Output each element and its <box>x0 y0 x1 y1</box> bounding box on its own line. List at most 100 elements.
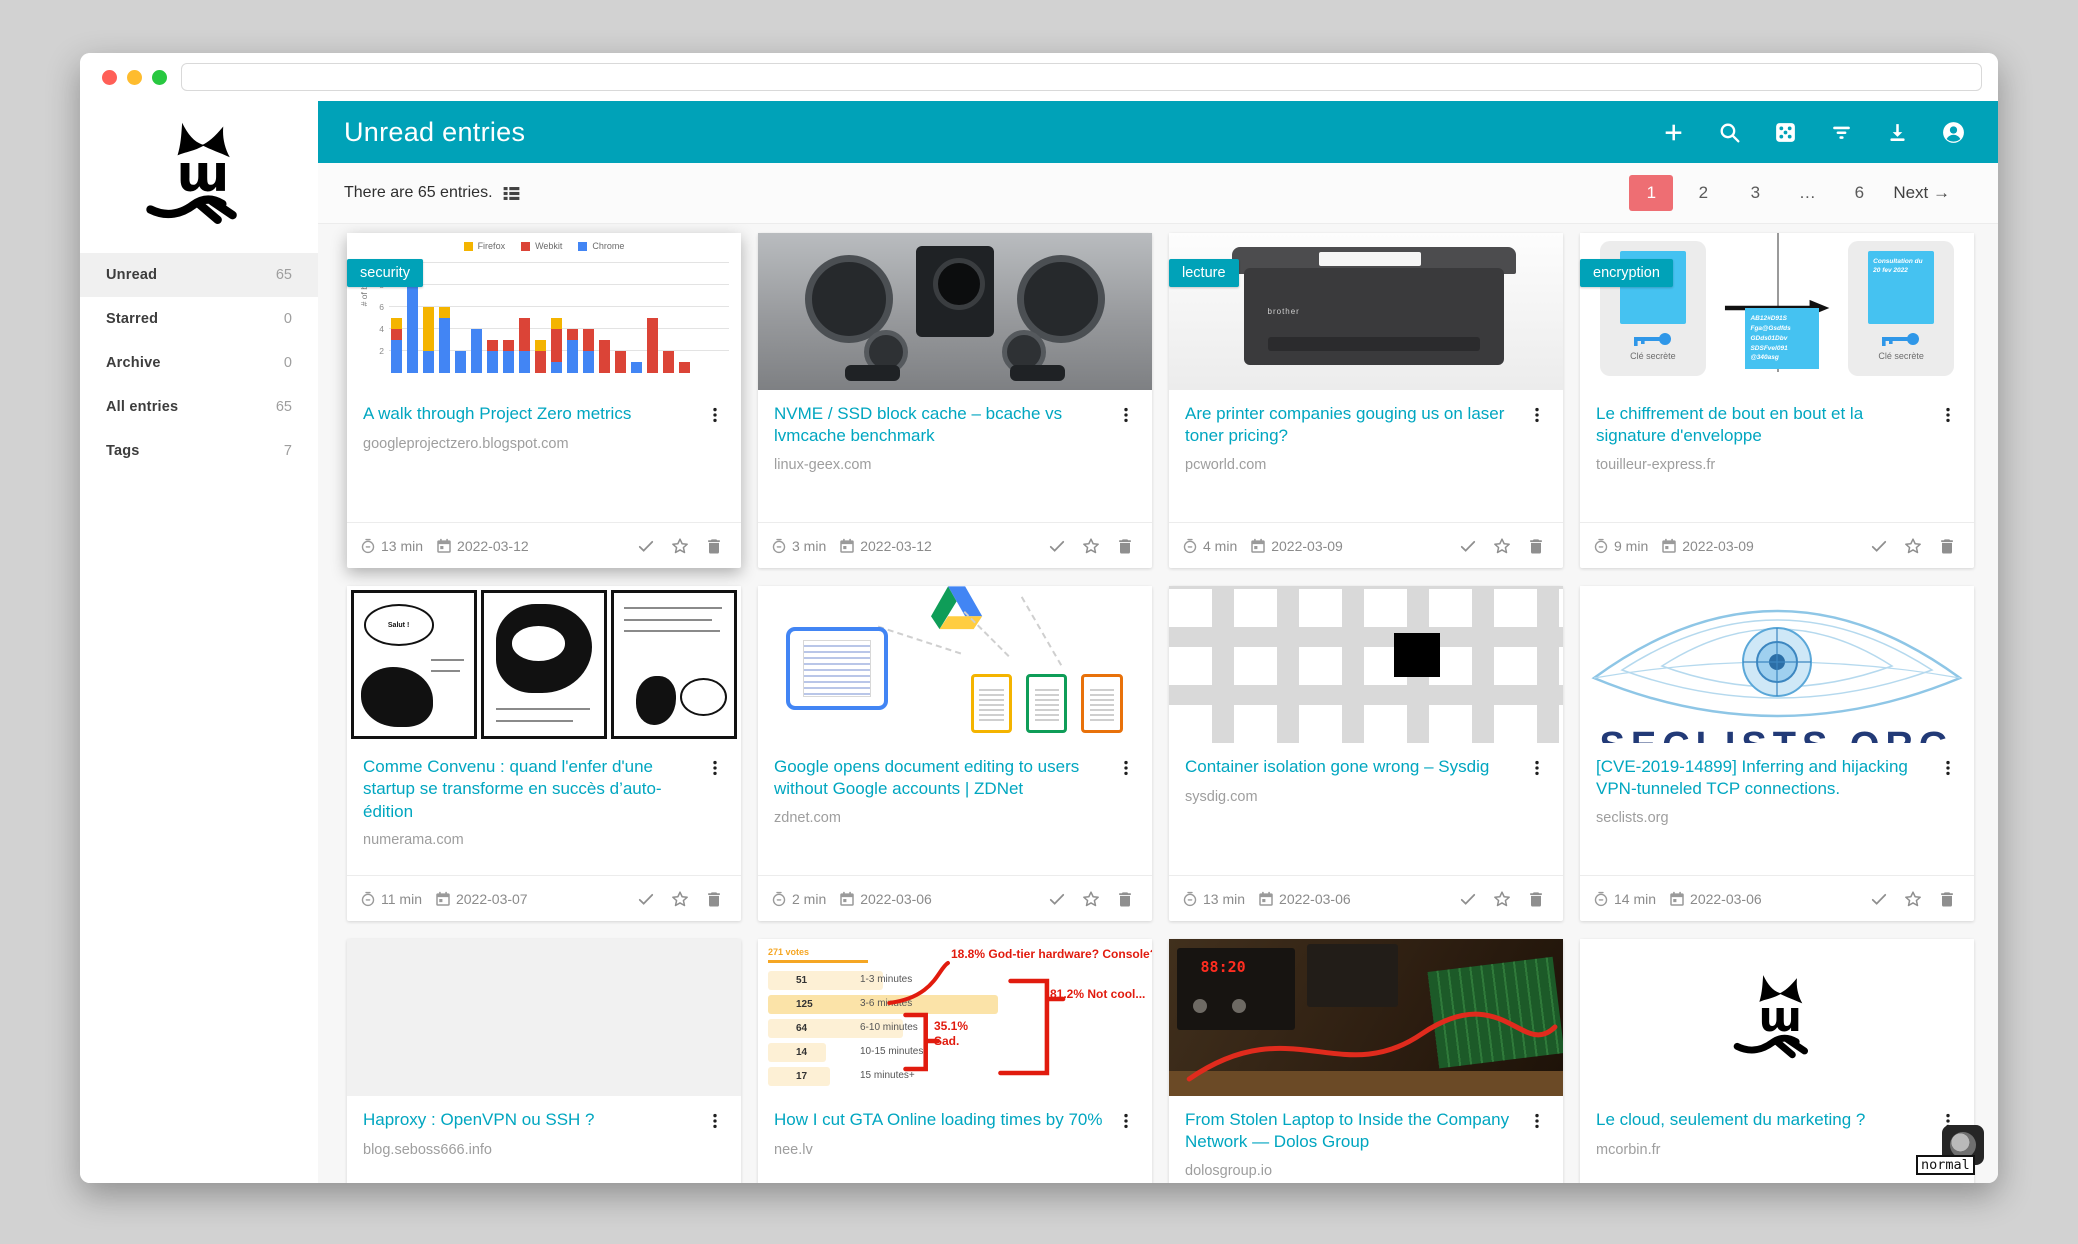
export-button[interactable] <box>1874 112 1920 152</box>
entry-card[interactable]: Clé secrèteAB12#D91SFga@GsdfdsGDds01DbvS… <box>1580 233 1974 568</box>
delete-button[interactable] <box>699 884 729 914</box>
delete-button[interactable] <box>1932 884 1962 914</box>
pagination-page-1[interactable]: 1 <box>1629 175 1673 211</box>
search-button[interactable] <box>1706 112 1752 152</box>
sidebar-item-archive[interactable]: Archive0 <box>80 341 318 385</box>
kebab-menu-icon[interactable] <box>705 405 725 427</box>
entry-card[interactable]: SECLISTS.ORG [CVE-2019-14899] Inferring … <box>1580 586 1974 921</box>
account-button[interactable] <box>1930 112 1976 152</box>
entry-title-link[interactable]: Are printer companies gouging us on lase… <box>1185 403 1521 448</box>
entry-title-link[interactable]: Haproxy : OpenVPN ou SSH ? <box>363 1109 699 1131</box>
kebab-menu-icon[interactable] <box>1527 1111 1547 1133</box>
kebab-menu-icon[interactable] <box>705 1111 725 1133</box>
entry-card[interactable]: 88:20 From Stolen Laptop to Inside the C… <box>1169 939 1563 1183</box>
entry-title-link[interactable]: Le chiffrement de bout en bout et la sig… <box>1596 403 1932 448</box>
mark-read-button[interactable] <box>631 884 661 914</box>
kebab-menu-icon[interactable] <box>1116 405 1136 427</box>
pagination-page-6[interactable]: 6 <box>1837 175 1881 211</box>
entry-image-thumbnail[interactable]: Salut ! <box>347 586 741 743</box>
favorite-button[interactable] <box>1487 884 1517 914</box>
entry-card-footer: 11 min 2022-03-07 <box>347 875 741 921</box>
entry-title-link[interactable]: Google opens document editing to users w… <box>774 756 1110 801</box>
entry-card[interactable]: FirefoxWebkitChrome# of bugs2468 A walk … <box>347 233 741 568</box>
entry-title-link[interactable]: Container isolation gone wrong – Sysdig <box>1185 756 1521 778</box>
entry-image-thumbnail[interactable]: FirefoxWebkitChrome# of bugs2468 <box>347 233 741 390</box>
delete-button[interactable] <box>699 531 729 561</box>
entry-image-thumbnail[interactable] <box>758 586 1152 743</box>
minimize-button[interactable] <box>127 70 142 85</box>
entry-title-link[interactable]: Comme Convenu : quand l'enfer d'une star… <box>363 756 699 823</box>
sidebar-item-starred[interactable]: Starred0 <box>80 297 318 341</box>
favorite-button[interactable] <box>1898 531 1928 561</box>
entry-title-link[interactable]: A walk through Project Zero metrics <box>363 403 699 425</box>
pagination-page-2[interactable]: 2 <box>1681 175 1725 211</box>
entry-title-link[interactable]: [CVE-2019-14899] Inferring and hijacking… <box>1596 756 1932 801</box>
delete-button[interactable] <box>1110 884 1140 914</box>
entry-card[interactable]: Salut ! Comme Convenu : quand l'enfer d'… <box>347 586 741 921</box>
entry-title-link[interactable]: Le cloud, seulement du marketing ? <box>1596 1109 1932 1131</box>
favorite-button[interactable] <box>1076 884 1106 914</box>
sidebar-item-unread[interactable]: Unread65 <box>80 253 318 297</box>
entry-card[interactable]: NVME / SSD block cache – bcache vs lvmca… <box>758 233 1152 568</box>
entry-card[interactable]: Container isolation gone wrong – Sysdig … <box>1169 586 1563 921</box>
mark-read-button[interactable] <box>1042 531 1072 561</box>
tag-chip-encryption[interactable]: encryption <box>1580 259 1673 287</box>
pagination-next[interactable]: Next → <box>1889 175 1954 211</box>
sidebar-item-all-entries[interactable]: All entries65 <box>80 385 318 429</box>
add-entry-button[interactable] <box>1650 112 1696 152</box>
favorite-button[interactable] <box>1487 531 1517 561</box>
sidebar-item-count: 65 <box>276 399 292 415</box>
favorite-button[interactable] <box>665 531 695 561</box>
delete-button[interactable] <box>1521 884 1551 914</box>
pagination-page-3[interactable]: 3 <box>1733 175 1777 211</box>
mark-read-button[interactable] <box>1864 884 1894 914</box>
entry-title-link[interactable]: How I cut GTA Online loading times by 70… <box>774 1109 1110 1131</box>
kebab-menu-icon[interactable] <box>1527 405 1547 427</box>
list-view-icon[interactable] <box>501 183 522 204</box>
close-button[interactable] <box>102 70 117 85</box>
entry-image-thumbnail[interactable]: SECLISTS.ORG <box>1580 586 1974 743</box>
entry-image-thumbnail[interactable]: brother <box>1169 233 1563 390</box>
entry-card[interactable]: ɯ Le cloud, seulement du marketing ? mco… <box>1580 939 1974 1183</box>
entry-card[interactable]: Google opens document editing to users w… <box>758 586 1152 921</box>
favorite-button[interactable] <box>1898 884 1928 914</box>
tag-chip-lecture[interactable]: lecture <box>1169 259 1239 287</box>
mark-read-button[interactable] <box>1864 531 1894 561</box>
mark-read-button[interactable] <box>1042 884 1072 914</box>
favorite-button[interactable] <box>665 884 695 914</box>
entry-image-thumbnail[interactable] <box>758 233 1152 390</box>
entry-title-link[interactable]: NVME / SSD block cache – bcache vs lvmca… <box>774 403 1110 448</box>
random-entry-button[interactable] <box>1762 112 1808 152</box>
mark-read-button[interactable] <box>1453 531 1483 561</box>
entry-image-thumbnail[interactable] <box>347 939 741 1096</box>
entry-card[interactable]: Haproxy : OpenVPN ou SSH ? blog.seboss66… <box>347 939 741 1183</box>
entry-image-thumbnail[interactable] <box>1169 586 1563 743</box>
entry-image-thumbnail[interactable]: ɯ <box>1580 939 1974 1096</box>
entry-image-thumbnail[interactable]: 271 votes511-3 minutes1253-6 minutes646-… <box>758 939 1152 1096</box>
entry-card[interactable]: 271 votes511-3 minutes1253-6 minutes646-… <box>758 939 1152 1183</box>
calendar-icon <box>1660 537 1678 555</box>
kebab-menu-icon[interactable] <box>1938 758 1958 780</box>
entry-image-thumbnail[interactable]: 88:20 <box>1169 939 1563 1096</box>
kebab-menu-icon[interactable] <box>1116 1111 1136 1133</box>
kebab-menu-icon[interactable] <box>1938 405 1958 427</box>
wallabag-logo[interactable]: ɯ <box>80 101 318 253</box>
delete-button[interactable] <box>1932 531 1962 561</box>
mark-read-button[interactable] <box>1453 884 1483 914</box>
url-bar[interactable] <box>181 63 1982 91</box>
favorite-button[interactable] <box>1076 531 1106 561</box>
kebab-menu-icon[interactable] <box>1527 758 1547 780</box>
maximize-button[interactable] <box>152 70 167 85</box>
download-icon <box>1885 120 1910 145</box>
tag-chip-security[interactable]: security <box>347 259 423 287</box>
entry-title-link[interactable]: From Stolen Laptop to Inside the Company… <box>1185 1109 1521 1154</box>
mark-read-button[interactable] <box>631 531 661 561</box>
entry-image-thumbnail[interactable]: Clé secrèteAB12#D91SFga@GsdfdsGDds01DbvS… <box>1580 233 1974 390</box>
delete-button[interactable] <box>1110 531 1140 561</box>
entry-card[interactable]: brother Are printer companies gouging us… <box>1169 233 1563 568</box>
kebab-menu-icon[interactable] <box>1116 758 1136 780</box>
sidebar-item-tags[interactable]: Tags7 <box>80 429 318 473</box>
kebab-menu-icon[interactable] <box>705 758 725 780</box>
delete-button[interactable] <box>1521 531 1551 561</box>
filter-button[interactable] <box>1818 112 1864 152</box>
